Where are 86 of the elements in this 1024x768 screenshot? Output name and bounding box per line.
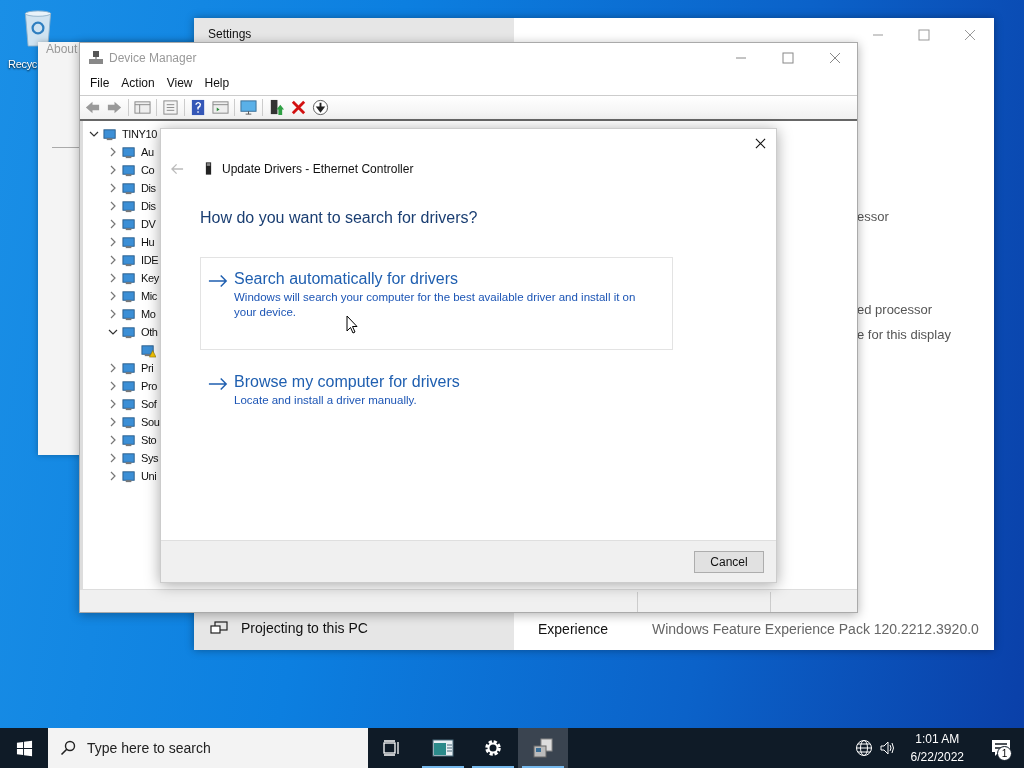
tree-item[interactable]: Sto: [141, 434, 157, 446]
tree-item[interactable]: IDE: [141, 254, 159, 266]
tree-item[interactable]: Au: [141, 146, 154, 158]
chevron-icon[interactable]: [108, 327, 118, 337]
clock[interactable]: 1:01 AM 6/22/2022: [902, 730, 972, 766]
device-icon: [122, 198, 137, 214]
x-icon[interactable]: [290, 99, 307, 116]
device-icon: [205, 161, 212, 176]
dialog-title: Update Drivers - Ethernet Controller: [222, 161, 414, 176]
device-icon: [122, 180, 137, 196]
device-icon: [122, 162, 137, 178]
device-icon: [122, 450, 137, 466]
tree-item[interactable]: Sys: [141, 452, 159, 464]
menu-item[interactable]: Action: [115, 76, 161, 90]
menu-item[interactable]: Help: [198, 76, 236, 90]
tree-item[interactable]: Pro: [141, 380, 157, 392]
option-link[interactable]: Browse my computer for drivers Locate and install a driver manually.: [200, 360, 673, 435]
taskbar-app[interactable]: [518, 728, 568, 768]
computer-icon: [532, 738, 554, 758]
device-icon: [122, 396, 137, 412]
list-icon[interactable]: [162, 99, 179, 116]
dialog-heading: How do you want to search for drivers?: [200, 209, 479, 227]
tree-item[interactable]: Dis: [141, 200, 156, 212]
device-icon: [122, 270, 137, 286]
chevron-icon[interactable]: [89, 129, 99, 139]
panel-icon[interactable]: [134, 99, 151, 116]
search-icon: [60, 740, 76, 756]
tree-item[interactable]: Co: [141, 164, 155, 176]
update-driver-icon[interactable]: [268, 99, 285, 116]
tree-item[interactable]: TINY10: [122, 128, 157, 140]
window-icon: [432, 738, 454, 758]
back-arrow-icon[interactable]: [84, 99, 101, 116]
device-icon: [122, 432, 137, 448]
menu-item[interactable]: File: [84, 76, 116, 90]
device-icon: [122, 306, 137, 322]
setting-text: e for this display: [857, 326, 952, 343]
globe-icon[interactable]: [854, 739, 873, 757]
device-icon: [103, 126, 118, 142]
arrow-icon: [208, 274, 228, 288]
device-icon: [122, 234, 137, 250]
tree-item[interactable]: Sou: [141, 416, 160, 428]
projector-icon: [210, 621, 228, 635]
spec-value: Windows Feature Experience Pack 120.2212.3920.0: [652, 621, 979, 638]
tree-item[interactable]: DV: [141, 218, 156, 230]
tree-item[interactable]: Hu: [141, 236, 155, 248]
tree-item[interactable]: Key: [141, 272, 159, 284]
tree-item[interactable]: Mo: [141, 308, 156, 320]
nav-item[interactable]: Projecting to this PC: [194, 620, 514, 650]
tree-item[interactable]: Pri: [141, 362, 154, 374]
device-icon: [122, 252, 137, 268]
device-icon: [122, 378, 137, 394]
device-icon: [122, 360, 137, 376]
device-icon: [122, 144, 137, 160]
cursor-icon: [346, 315, 358, 334]
panel-icon[interactable]: [212, 99, 229, 116]
notification-badge: 1: [997, 746, 1012, 761]
device-icon: [122, 288, 137, 304]
device-icon: [122, 216, 137, 232]
computer-icon: [88, 50, 104, 66]
setting-text: ed processor: [857, 301, 934, 318]
arrow-icon: [208, 377, 228, 391]
tree-item[interactable]: Mic: [141, 290, 157, 302]
window-title: About: [46, 42, 78, 56]
cancel-button[interactable]: Cancel: [694, 550, 764, 573]
tree-item[interactable]: Oth: [141, 326, 158, 338]
tree-item[interactable]: Dis: [141, 182, 156, 194]
setting-text: essor: [857, 208, 890, 225]
device-icon: [122, 414, 137, 430]
spec-label: Experience: [538, 621, 610, 638]
tree-item[interactable]: Sof: [141, 398, 157, 410]
maximize-button[interactable]: [782, 52, 794, 64]
window-title: Settings: [207, 26, 253, 43]
monitor-icon[interactable]: [240, 99, 257, 116]
task-view-icon[interactable]: [383, 740, 401, 756]
help-icon[interactable]: [190, 99, 207, 116]
menu-item[interactable]: View: [160, 76, 199, 90]
option-link[interactable]: Search automatically for drivers Windows will search your computer for the best available driver and install it on your device.: [200, 257, 673, 350]
close-button[interactable]: [755, 138, 766, 149]
tree-item[interactable]: Uni: [141, 470, 157, 482]
speaker-icon[interactable]: [878, 739, 897, 757]
search-field[interactable]: Type here to search: [48, 728, 368, 768]
device-icon: [122, 468, 137, 484]
device-icon: [122, 324, 137, 340]
gear-icon: [482, 738, 504, 758]
windows-logo-icon[interactable]: [16, 739, 33, 757]
window-title: Device Manager: [109, 51, 197, 65]
